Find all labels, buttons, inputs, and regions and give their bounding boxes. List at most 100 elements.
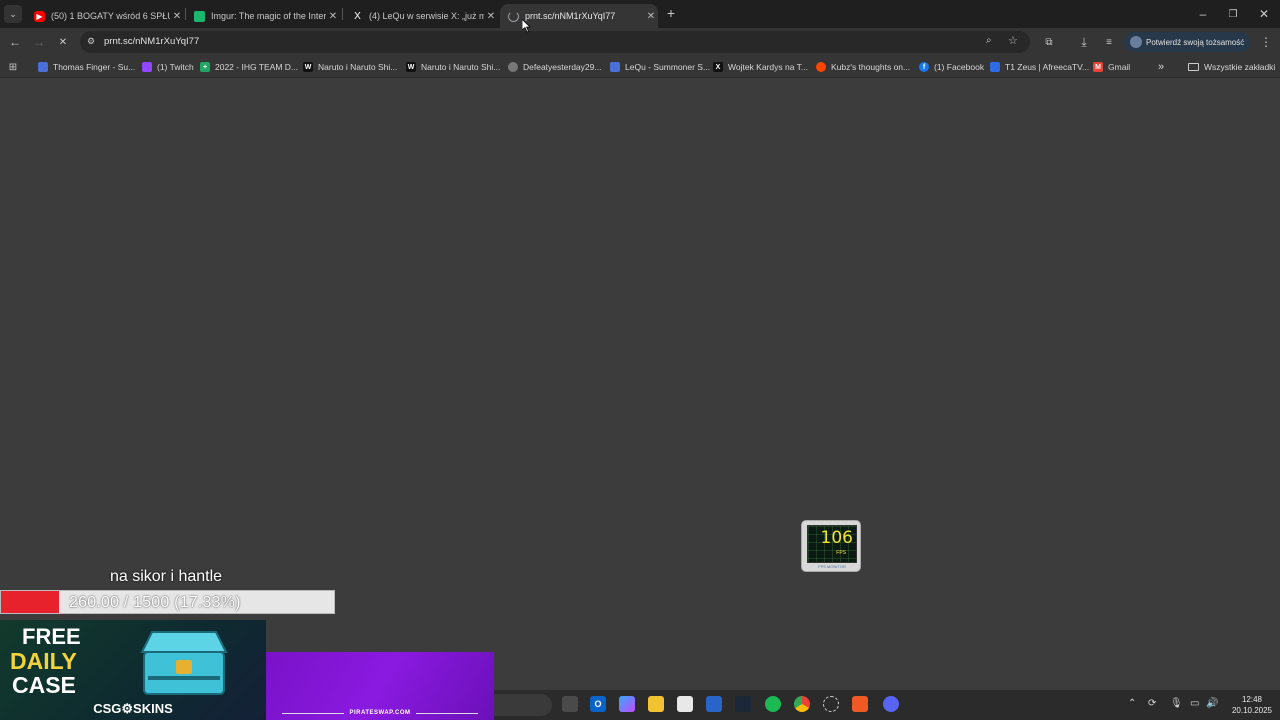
tab-search-button[interactable]: ⌄ bbox=[4, 5, 22, 23]
bookmark-blue-icon bbox=[38, 62, 48, 72]
folder-icon bbox=[1188, 63, 1199, 71]
taskbar-search[interactable] bbox=[494, 694, 552, 716]
bookmark-item[interactable]: LeQu - Summoner S... bbox=[610, 60, 710, 74]
apps-grid-icon: ⊞ bbox=[8, 61, 18, 73]
close-icon[interactable]: ✕ bbox=[644, 11, 658, 22]
bookmark-item[interactable]: Thomas Finger - Su... bbox=[38, 60, 135, 74]
csgoskins-ad[interactable]: FREE DAILY CASE CSG⚙SKINS bbox=[0, 620, 266, 720]
url-text[interactable]: prnt.sc/nNM1rXuYqI77 bbox=[104, 36, 199, 47]
ad-text: FREE bbox=[22, 624, 81, 649]
clock-date: 20.10.2025 bbox=[1231, 706, 1273, 715]
restore-icon: ❐ bbox=[1228, 8, 1238, 20]
address-bar[interactable]: ⚙ prnt.sc/nNM1rXuYqI77 ⌕ ☆ bbox=[80, 31, 1030, 53]
file-explorer-icon[interactable] bbox=[562, 696, 578, 712]
fps-value: 106 bbox=[820, 528, 853, 548]
bookmark-item[interactable]: X Wojtek Kardys na T... bbox=[713, 60, 808, 74]
wiki-icon: W bbox=[406, 62, 416, 72]
new-tab-button[interactable]: + bbox=[662, 4, 680, 22]
bookmark-item[interactable]: f (1) Facebook bbox=[919, 60, 984, 74]
folder-icon[interactable] bbox=[648, 696, 664, 712]
steam-icon[interactable] bbox=[735, 696, 751, 712]
zoom-icon[interactable]: ⌕ bbox=[986, 35, 992, 46]
download-icon: ⤓ bbox=[1081, 34, 1087, 49]
identity-label: Potwierdź swoją tożsamość bbox=[1146, 37, 1245, 47]
imgur-icon bbox=[194, 10, 205, 22]
wiki-icon: W bbox=[303, 62, 313, 72]
bookmark-item[interactable]: Kubz's thoughts on... bbox=[816, 60, 910, 74]
bookmark-item[interactable]: M Gmail bbox=[1093, 60, 1130, 74]
bookmark-item[interactable]: T1 Zeus | AfreecaTV... bbox=[990, 60, 1089, 74]
facebook-icon: f bbox=[919, 62, 929, 72]
arrow-left-icon: ← bbox=[9, 35, 21, 49]
puzzle-icon: ⧉ bbox=[1045, 36, 1053, 48]
brave-icon[interactable] bbox=[852, 696, 868, 712]
mouse-cursor-icon bbox=[522, 19, 531, 33]
media-button[interactable]: ≡ bbox=[1100, 33, 1118, 51]
apps-button[interactable]: ⊞ bbox=[4, 58, 22, 76]
bookmark-item[interactable]: Defeatyesterday29... bbox=[508, 60, 601, 74]
close-icon[interactable]: ✕ bbox=[170, 11, 184, 22]
ad-text: CASE bbox=[12, 672, 76, 698]
goal-progress-text: 260.00 / 1500 (17.33%) bbox=[69, 594, 241, 611]
sync-icon[interactable]: ⟳ bbox=[1148, 698, 1156, 709]
copilot-icon[interactable] bbox=[619, 696, 635, 712]
fps-unit: FPS bbox=[836, 550, 846, 556]
extensions-button[interactable]: ⧉ bbox=[1040, 33, 1058, 51]
close-window-button[interactable]: ✕ bbox=[1255, 5, 1273, 23]
forward-button[interactable]: → bbox=[30, 33, 48, 51]
tab-youtube[interactable]: ▶ (50) 1 BOGATY wśród 6 SPŁUKANYCH ✕ bbox=[26, 4, 184, 28]
site-info-icon[interactable]: ⚙ bbox=[87, 36, 95, 47]
app-icon[interactable] bbox=[823, 696, 839, 712]
bookmark-item[interactable]: W Naruto i Naruto Shi... bbox=[303, 60, 397, 74]
bookmark-item[interactable]: (1) Twitch bbox=[142, 60, 194, 74]
teams-icon[interactable] bbox=[706, 696, 722, 712]
outlook-icon[interactable]: O bbox=[590, 696, 606, 712]
fps-screen: 106 FPS bbox=[807, 525, 857, 563]
tab-imgur[interactable]: Imgur: The magic of the Internet ✕ bbox=[186, 4, 340, 28]
pirateswap-ad[interactable]: PIRATESWAP.COM bbox=[266, 652, 494, 720]
minimize-icon: – bbox=[1199, 7, 1207, 21]
goal-progress-bar: 260.00 / 1500 (17.33%) bbox=[0, 590, 335, 614]
case-box-icon bbox=[140, 631, 228, 695]
back-button[interactable]: ← bbox=[6, 33, 24, 51]
playlist-icon: ≡ bbox=[1106, 36, 1112, 48]
bookmarks-bar: ⊞ Thomas Finger - Su... (1) Twitch +2022… bbox=[0, 56, 1280, 78]
volume-icon[interactable]: 🔊 bbox=[1206, 698, 1218, 709]
discord-icon[interactable] bbox=[883, 696, 899, 712]
all-bookmarks-button[interactable]: Wszystkie zakładki bbox=[1188, 60, 1275, 74]
sheets-icon: + bbox=[200, 62, 210, 72]
chevron-up-icon[interactable]: ⌃ bbox=[1128, 698, 1136, 709]
store-icon[interactable] bbox=[677, 696, 693, 712]
goal-progress-fill bbox=[1, 591, 59, 613]
loading-icon bbox=[508, 10, 519, 22]
star-icon[interactable]: ☆ bbox=[1008, 34, 1018, 47]
bookmarks-overflow-button[interactable]: » bbox=[1158, 60, 1164, 74]
network-icon[interactable]: ▭ bbox=[1190, 698, 1199, 709]
spotify-icon[interactable] bbox=[765, 696, 781, 712]
bookmark-item[interactable]: W Naruto i Naruto Shi... bbox=[406, 60, 500, 74]
tab-title: (4) LeQu w serwisie X: „już mies bbox=[369, 11, 484, 21]
identity-button[interactable]: Potwierdź swoją tożsamość bbox=[1124, 32, 1250, 52]
menu-button[interactable]: ⋮ bbox=[1257, 33, 1275, 51]
stop-button[interactable]: ✕ bbox=[54, 33, 72, 51]
minimize-button[interactable]: – bbox=[1194, 5, 1212, 23]
close-icon[interactable]: ✕ bbox=[484, 11, 498, 22]
downloads-button[interactable]: ⤓ bbox=[1075, 33, 1093, 51]
ad-text: DAILY bbox=[10, 648, 77, 674]
tab-title: prnt.sc/nNM1rXuYqI77 bbox=[525, 11, 616, 21]
reddit-icon bbox=[816, 62, 826, 72]
system-clock[interactable]: 12:48 20.10.2025 bbox=[1228, 694, 1276, 716]
bookmark-item[interactable]: +2022 - IHG TEAM D... bbox=[200, 60, 298, 74]
clock-time: 12:48 bbox=[1241, 695, 1263, 704]
restore-button[interactable]: ❐ bbox=[1224, 5, 1242, 23]
microphone-icon[interactable]: 🎙 bbox=[1170, 698, 1183, 709]
ad-brand: CSG⚙SKINS bbox=[93, 701, 173, 716]
close-icon[interactable]: ✕ bbox=[326, 11, 340, 22]
bookmark-blue-icon bbox=[610, 62, 620, 72]
tab-x[interactable]: X (4) LeQu w serwisie X: „już mies ✕ bbox=[344, 4, 498, 28]
chevron-down-icon: ⌄ bbox=[9, 8, 17, 19]
globe-icon bbox=[508, 62, 518, 72]
chrome-icon[interactable] bbox=[794, 696, 810, 712]
browser-toolbar: ← → ✕ ⚙ prnt.sc/nNM1rXuYqI77 ⌕ ☆ ⧉ ⤓ ≡ P… bbox=[0, 28, 1280, 56]
taskbar: O ⌃ ⟳ 🎙 ▭ 🔊 12:48 20.10.2025 bbox=[494, 690, 1280, 720]
